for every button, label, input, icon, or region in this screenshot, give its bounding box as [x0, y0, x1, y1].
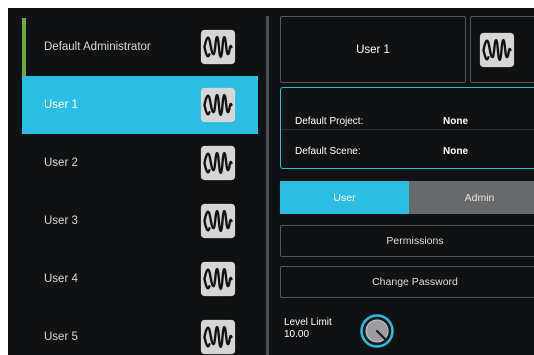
presonus-logo-icon — [200, 319, 236, 355]
default-project-value: None — [443, 116, 468, 127]
user-item-label: User 1 — [44, 99, 78, 111]
default-project-label: Default Project: — [295, 116, 364, 127]
presonus-logo-icon — [200, 145, 236, 181]
presonus-logo-icon — [200, 203, 236, 239]
user-logo-button[interactable] — [470, 16, 534, 83]
role-admin-button[interactable]: Admin — [409, 181, 534, 214]
user-item-label: Default Administrator — [44, 41, 151, 53]
user-name-field[interactable]: User 1 — [280, 16, 466, 83]
permissions-button[interactable]: Permissions — [280, 225, 534, 257]
user-item-label: User 2 — [44, 157, 78, 169]
default-scene-value: None — [443, 146, 468, 157]
user-item-user-2[interactable]: User 2 — [22, 134, 258, 192]
presonus-logo-icon — [200, 261, 236, 297]
user-item-label: User 4 — [44, 273, 78, 285]
user-defaults-box[interactable]: Default Project: None Default Scene: Non… — [280, 87, 534, 169]
role-toggle: User Admin — [280, 181, 534, 214]
user-item-user-3[interactable]: User 3 — [22, 192, 258, 250]
panel-divider — [266, 16, 269, 355]
role-user-button[interactable]: User — [280, 181, 409, 214]
presonus-logo-icon — [479, 32, 515, 68]
user-list: Default Administrator User 1 User 2 User… — [22, 18, 258, 355]
user-item-user-4[interactable]: User 4 — [22, 250, 258, 308]
user-management-panel: Default Administrator User 1 User 2 User… — [8, 8, 534, 355]
user-item-user-1[interactable]: User 1 — [22, 76, 258, 134]
user-item-default-administrator[interactable]: Default Administrator — [22, 18, 258, 76]
presonus-logo-icon — [200, 29, 236, 65]
level-limit-value: 10.00 — [284, 329, 310, 340]
user-item-label: User 5 — [44, 331, 78, 343]
presonus-logo-icon — [200, 87, 236, 123]
admin-indicator-bar — [22, 18, 26, 76]
level-limit-label: Level Limit — [284, 317, 332, 328]
user-item-user-5[interactable]: User 5 — [22, 308, 258, 355]
default-scene-label: Default Scene: — [295, 146, 361, 157]
divider — [281, 129, 534, 130]
rotary-knob-icon[interactable] — [360, 314, 394, 348]
user-item-label: User 3 — [44, 215, 78, 227]
change-password-button[interactable]: Change Password — [280, 266, 534, 298]
